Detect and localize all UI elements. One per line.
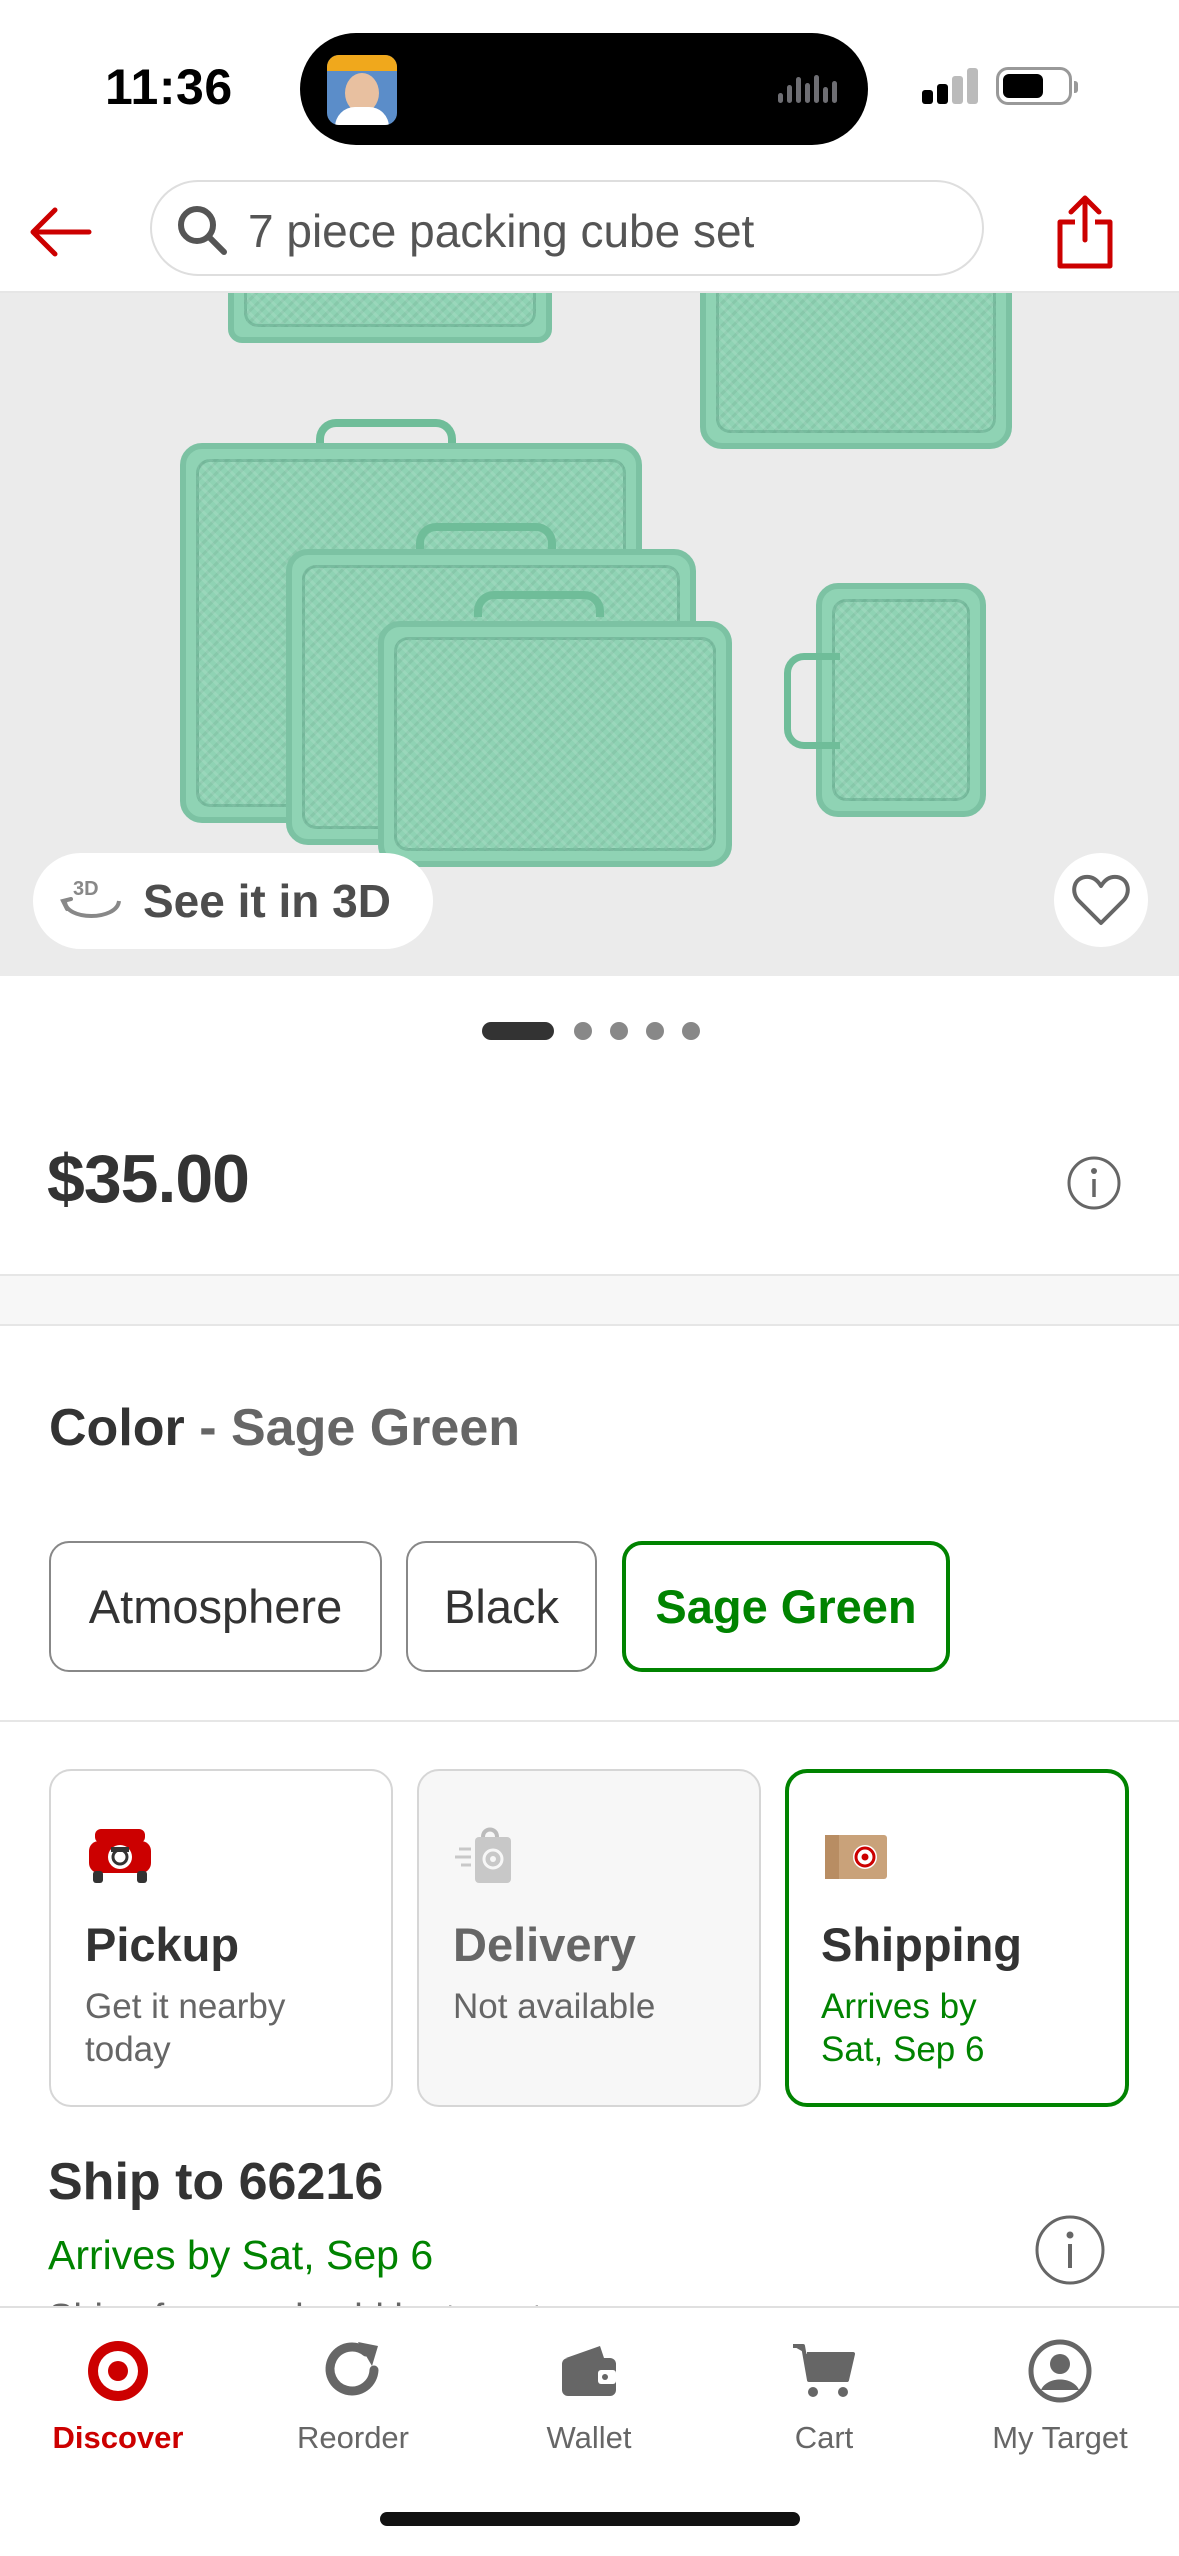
status-time: 11:36 bbox=[105, 59, 233, 115]
tab-label: Reorder bbox=[297, 2420, 409, 2455]
color-heading: Color - Sage Green bbox=[49, 1398, 520, 1458]
carousel-dot[interactable] bbox=[682, 1022, 700, 1040]
svg-text:3D: 3D bbox=[73, 878, 99, 900]
shipping-box-icon bbox=[825, 1835, 887, 1879]
product-image-carousel[interactable]: 3D See it in 3D bbox=[0, 293, 1179, 976]
color-separator: - bbox=[199, 1399, 217, 1457]
target-logo-icon bbox=[88, 2341, 148, 2401]
tab-label: Discover bbox=[52, 2420, 184, 2455]
search-query-text: 7 piece packing cube set bbox=[248, 205, 755, 257]
fulfillment-delivery-card[interactable]: Delivery Not available bbox=[417, 1769, 761, 2107]
tab-cart[interactable]: Cart bbox=[706, 2328, 942, 2478]
tab-discover[interactable]: Discover bbox=[0, 2328, 236, 2478]
account-icon bbox=[1028, 2339, 1092, 2403]
carousel-dot[interactable] bbox=[646, 1022, 664, 1040]
tab-my-target[interactable]: My Target bbox=[942, 2328, 1178, 2478]
shipping-subtitle: Arrives by Sat, Sep 6 bbox=[821, 1987, 985, 2069]
delivery-subtitle: Not available bbox=[453, 1987, 656, 2026]
tab-wallet[interactable]: Wallet bbox=[471, 2328, 707, 2478]
section-divider bbox=[0, 1274, 1179, 1326]
pickup-subtitle: Get it nearby today bbox=[85, 1987, 286, 2069]
fulfillment-pickup-card[interactable]: Pickup Get it nearby today bbox=[49, 1769, 393, 2107]
selected-color-value: Sage Green bbox=[231, 1399, 521, 1457]
favorite-button[interactable] bbox=[1054, 853, 1148, 947]
tab-label: Cart bbox=[794, 2420, 854, 2455]
shipping-info-icon[interactable] bbox=[1034, 2214, 1106, 2286]
ship-arrival-date: Arrives by Sat, Sep 6 bbox=[48, 2232, 434, 2278]
battery-icon bbox=[996, 67, 1078, 105]
back-button[interactable] bbox=[20, 192, 100, 272]
color-option-atmosphere[interactable]: Atmosphere bbox=[49, 1541, 382, 1672]
now-playing-thumbnail bbox=[327, 55, 397, 125]
share-icon bbox=[1057, 195, 1113, 269]
see-it-in-3d-label: See it in 3D bbox=[143, 875, 391, 927]
see-it-in-3d-button[interactable]: 3D See it in 3D bbox=[33, 853, 433, 949]
fulfillment-shipping-card[interactable]: Shipping Arrives by Sat, Sep 6 bbox=[785, 1769, 1129, 2107]
audio-waveform-icon bbox=[778, 75, 842, 103]
back-arrow-icon bbox=[30, 207, 92, 257]
cellular-signal-icon bbox=[922, 68, 980, 104]
search-input[interactable]: 7 piece packing cube set bbox=[150, 180, 984, 276]
color-label: Color bbox=[49, 1399, 185, 1457]
carousel-pagination bbox=[0, 1020, 1179, 1040]
price-info-icon[interactable] bbox=[1066, 1155, 1122, 1211]
section-divider bbox=[0, 1720, 1179, 1722]
ship-to-heading[interactable]: Ship to 66216 bbox=[48, 2152, 383, 2212]
search-icon bbox=[178, 206, 227, 255]
pickup-car-icon bbox=[89, 1829, 151, 1883]
heart-icon bbox=[1072, 874, 1130, 925]
tab-label: Wallet bbox=[546, 2420, 632, 2455]
tab-label: My Target bbox=[992, 2420, 1128, 2455]
pickup-title: Pickup bbox=[85, 1918, 240, 1971]
product-price: $35.00 bbox=[47, 1141, 250, 1217]
cart-icon bbox=[793, 2344, 855, 2397]
tab-reorder[interactable]: Reorder bbox=[235, 2328, 471, 2478]
color-option-black[interactable]: Black bbox=[406, 1541, 597, 1672]
carousel-dot-active[interactable] bbox=[482, 1022, 554, 1040]
delivery-title: Delivery bbox=[453, 1918, 636, 1971]
share-button[interactable] bbox=[1040, 184, 1130, 280]
wallet-icon bbox=[562, 2346, 616, 2396]
reorder-icon bbox=[325, 2342, 379, 2396]
color-option-sage-green[interactable]: Sage Green bbox=[622, 1541, 950, 1672]
shipping-title: Shipping bbox=[821, 1918, 1023, 1971]
delivery-bag-icon bbox=[455, 1827, 511, 1883]
top-navigation-bar: 7 piece packing cube set bbox=[0, 170, 1179, 293]
carousel-dot[interactable] bbox=[610, 1022, 628, 1040]
status-bar: 11:36 bbox=[0, 0, 1179, 170]
carousel-dot[interactable] bbox=[574, 1022, 592, 1040]
dynamic-island bbox=[300, 33, 868, 145]
3d-view-icon: 3D bbox=[60, 878, 121, 918]
home-indicator[interactable] bbox=[380, 2512, 800, 2526]
